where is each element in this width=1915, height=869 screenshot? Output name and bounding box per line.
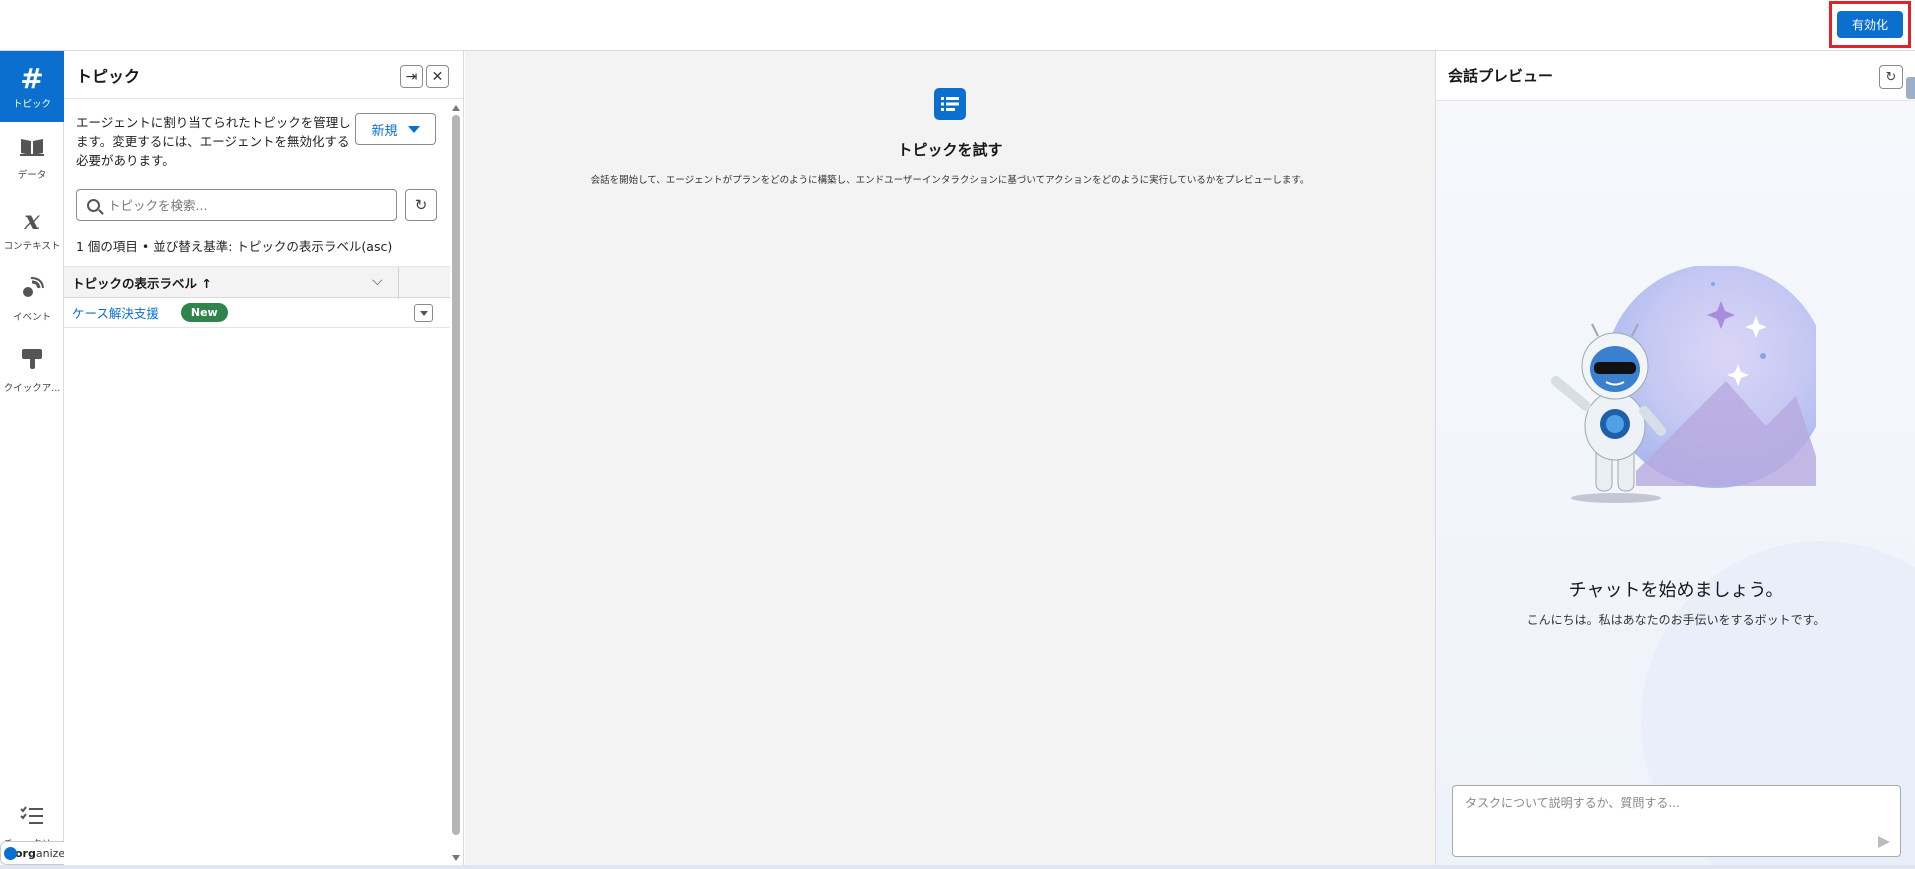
new-button-label: 新規 (371, 123, 398, 139)
chevron-down-icon (407, 125, 420, 133)
scrollbar[interactable] (451, 103, 461, 863)
rail-item-label: コンテキスト (3, 240, 61, 252)
top-bar: 有効化 (0, 0, 1915, 51)
organizer-prefix: org (15, 846, 36, 860)
center-description: 会話を開始して、エージェントがプランをどのように構築し、エンドユーザーインタラク… (590, 175, 1310, 186)
rail-item-data[interactable]: データ (0, 122, 64, 193)
signal-icon (20, 276, 44, 307)
close-panel-button[interactable]: ✕ (426, 65, 449, 88)
rail-item-label: クイックア... (3, 383, 61, 394)
quick-action-icon (20, 347, 44, 378)
list-icon (934, 88, 966, 120)
preview-body: チャットを始めましょう。 こんにちは。私はあなたのお手伝いをするボットです。 (1436, 101, 1915, 865)
scroll-thumb[interactable] (452, 115, 460, 835)
scroll-up-icon[interactable] (452, 105, 460, 111)
item-count: 1 個の項目 • 並び替え基準: トピックの表示ラベル(asc) (76, 239, 393, 254)
rail-item-label: データ (17, 169, 47, 181)
column-header-label[interactable]: トピックの表示ラベル ↑ (72, 273, 212, 292)
chevron-down-icon (419, 310, 428, 316)
organizer-logo-icon (4, 847, 17, 860)
table-row: ケース解決支援 New (64, 298, 450, 328)
row-action-menu[interactable] (414, 304, 433, 322)
scroll-down-icon[interactable] (452, 855, 460, 861)
chevron-down-icon[interactable]: ⌵ (372, 273, 383, 289)
new-topic-button[interactable]: 新規 (355, 113, 436, 145)
rail-item-events[interactable]: イベント (0, 264, 64, 335)
variable-x-icon: x (24, 205, 40, 236)
left-rail: # トピック データ x コンテキスト イベント クイックア... チェックリ.… (0, 51, 97, 865)
chat-heading: チャットを始めましょう。 (1568, 580, 1784, 601)
chat-input[interactable] (1465, 794, 1888, 834)
close-icon: ✕ (431, 68, 444, 85)
robot-illustration (1551, 266, 1816, 503)
rail-item-context[interactable]: x コンテキスト (0, 193, 64, 264)
rail-item-label: イベント (12, 312, 51, 323)
preview-refresh-button[interactable]: ↻ (1879, 65, 1903, 89)
refresh-button[interactable]: ↻ (405, 189, 437, 221)
topics-description: エージェントに割り当てられたトピックを管理します。変更するには、エージェントを無… (76, 115, 351, 168)
plan-canvas: トピックを試す 会話を開始して、エージェントがプランをどのように構築し、エンドユ… (465, 51, 1435, 865)
chat-subtext: こんにちは。私はあなたのお手伝いをするボットです。 (1526, 613, 1826, 627)
status-badge: New (180, 303, 228, 322)
activate-button[interactable]: 有効化 (1837, 11, 1903, 38)
column-divider (398, 267, 399, 299)
chat-input-box[interactable] (1452, 785, 1901, 857)
book-icon (19, 135, 45, 165)
topics-panel: トピック ⇥ ✕ エージェントに割り当てられたトピックを管理します。変更するには… (64, 51, 464, 865)
rail-item-topics[interactable]: # トピック (0, 51, 64, 122)
collapse-icon: ⇥ (405, 68, 418, 85)
refresh-icon: ↻ (1885, 69, 1897, 85)
topics-title: トピック (76, 66, 141, 86)
preview-title: 会話プレビュー (1448, 67, 1554, 85)
side-panel-toggle[interactable] (1906, 77, 1915, 99)
search-icon (87, 198, 100, 212)
rail-item-label: トピック (12, 98, 51, 110)
conversation-preview-panel: 会話プレビュー ↻ チャットを始めましょう。 こんにちは。私はあなたのお手伝いを… (1435, 51, 1915, 865)
center-title: トピックを試す (897, 141, 1003, 159)
send-icon[interactable] (1878, 836, 1890, 848)
preview-header: 会話プレビュー (1436, 51, 1915, 101)
topic-search[interactable] (76, 189, 397, 221)
activate-highlight: 有効化 (1829, 1, 1911, 48)
topic-link[interactable]: ケース解決支援 (72, 303, 159, 322)
table-header: トピックの表示ラベル ↑ ⌵ (64, 266, 450, 299)
rail-item-quick-actions[interactable]: クイックア... (0, 335, 64, 406)
refresh-icon: ↻ (414, 196, 428, 214)
checklist-icon (20, 804, 44, 834)
search-input[interactable] (108, 197, 378, 213)
collapse-panel-button[interactable]: ⇥ (400, 65, 423, 88)
bottom-strip (0, 865, 1915, 869)
hash-icon: # (20, 61, 44, 95)
